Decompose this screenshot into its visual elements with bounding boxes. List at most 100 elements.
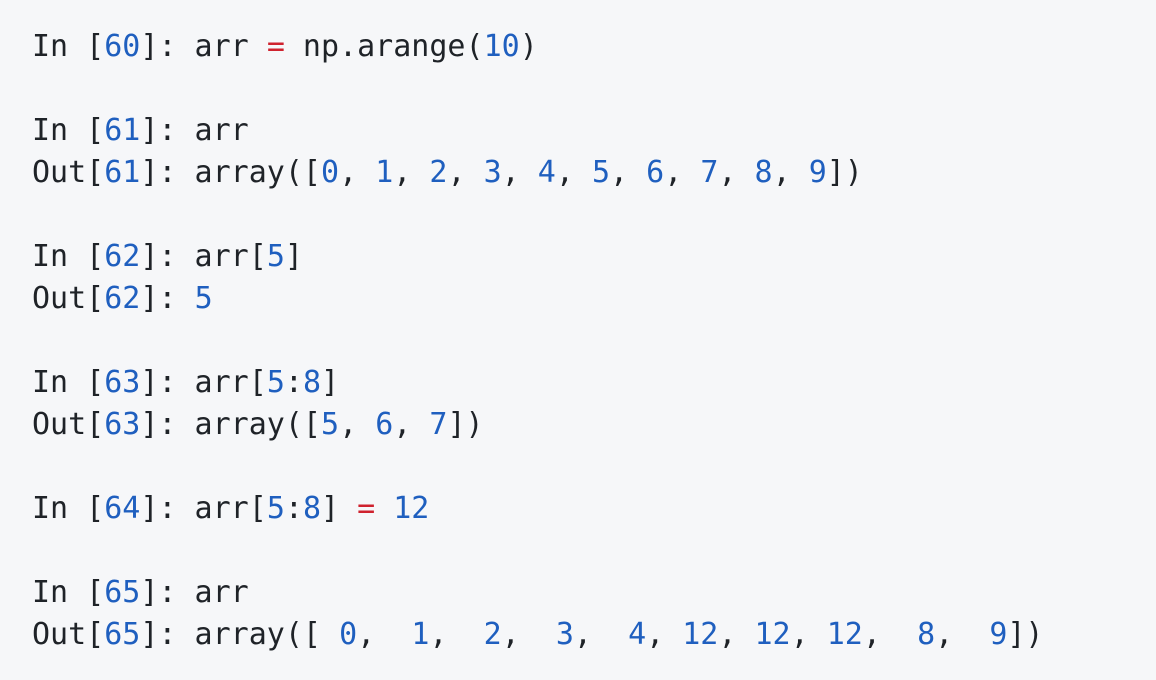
console-line: In [65]: arr xyxy=(32,572,1156,614)
number-token: 3 xyxy=(555,617,574,652)
code-token: , xyxy=(610,155,647,190)
code-token: , xyxy=(393,155,430,190)
number-token: 8 xyxy=(302,491,321,526)
number-token: 12 xyxy=(682,617,719,652)
code-token: , xyxy=(790,617,827,652)
number-token: 63 xyxy=(104,365,141,400)
console-line: Out[63]: array([5, 6, 7]) xyxy=(32,404,1156,446)
code-token: ]: arr xyxy=(140,29,267,64)
number-token: 8 xyxy=(302,365,321,400)
console-line: In [63]: arr[5:8] xyxy=(32,362,1156,404)
code-token: In [ xyxy=(32,113,105,148)
number-token: 6 xyxy=(375,407,394,442)
code-token: , xyxy=(357,617,412,652)
code-token: Out[ xyxy=(32,281,105,316)
code-token: , xyxy=(718,617,755,652)
code-token: , xyxy=(664,155,701,190)
number-token: 7 xyxy=(700,155,719,190)
number-token: 65 xyxy=(104,575,141,610)
number-token: 5 xyxy=(194,281,213,316)
code-token: ] xyxy=(284,239,303,274)
code-token: In [ xyxy=(32,365,105,400)
code-token: In [ xyxy=(32,29,105,64)
number-token: 4 xyxy=(537,155,556,190)
console-line: In [64]: arr[5:8] = 12 xyxy=(32,488,1156,530)
number-token: 3 xyxy=(483,155,502,190)
number-token: 7 xyxy=(429,407,448,442)
code-token: ]) xyxy=(447,407,484,442)
code-token: ] xyxy=(321,491,358,526)
code-token: , xyxy=(646,617,683,652)
code-token: , xyxy=(501,155,538,190)
code-token: Out[ xyxy=(32,407,105,442)
number-token: 63 xyxy=(104,407,141,442)
number-token: 62 xyxy=(104,239,141,274)
code-token: , xyxy=(772,155,809,190)
number-token: 2 xyxy=(429,155,448,190)
code-token: ]: arr xyxy=(140,575,249,610)
number-token: 1 xyxy=(411,617,430,652)
code-token: : xyxy=(284,491,303,526)
code-token: , xyxy=(501,617,556,652)
number-token: 61 xyxy=(104,113,141,148)
code-token: , xyxy=(718,155,755,190)
console-line: In [60]: arr = np.arange(10) xyxy=(32,26,1156,68)
code-token: ]: arr[ xyxy=(140,365,267,400)
code-token: ] xyxy=(321,365,340,400)
operator-token: = xyxy=(357,491,376,526)
number-token: 5 xyxy=(266,239,285,274)
number-token: 64 xyxy=(104,491,141,526)
code-token: ]: arr xyxy=(140,113,249,148)
code-token: ]) xyxy=(826,155,863,190)
number-token: 8 xyxy=(917,617,936,652)
ipython-console: In [60]: arr = np.arange(10) In [61]: arr… xyxy=(0,0,1156,680)
number-token: 5 xyxy=(266,365,285,400)
number-token: 1 xyxy=(375,155,394,190)
code-token: , xyxy=(393,407,430,442)
console-line: Out[65]: array([ 0, 1, 2, 3, 4, 12, 12, … xyxy=(32,614,1156,656)
number-token: 6 xyxy=(646,155,665,190)
console-line: Out[62]: 5 xyxy=(32,278,1156,320)
code-token: np.arange( xyxy=(284,29,484,64)
number-token: 4 xyxy=(628,617,647,652)
number-token: 8 xyxy=(754,155,773,190)
code-token: ]: array([ xyxy=(140,407,321,442)
number-token: 65 xyxy=(104,617,141,652)
console-line: Out[61]: array([0, 1, 2, 3, 4, 5, 6, 7, … xyxy=(32,152,1156,194)
code-token: , xyxy=(339,155,376,190)
number-token: 0 xyxy=(321,155,340,190)
number-token: 5 xyxy=(266,491,285,526)
code-token: In [ xyxy=(32,491,105,526)
code-token: Out[ xyxy=(32,617,105,652)
code-token: , xyxy=(555,155,592,190)
number-token: 9 xyxy=(808,155,827,190)
code-token: : xyxy=(284,365,303,400)
code-token: , xyxy=(573,617,629,652)
code-token: ]) xyxy=(1007,617,1044,652)
code-token: , xyxy=(429,617,484,652)
code-token: , xyxy=(447,155,484,190)
code-token: In [ xyxy=(32,239,105,274)
console-line: In [62]: arr[5] xyxy=(32,236,1156,278)
console-line: In [61]: arr xyxy=(32,110,1156,152)
code-token: In [ xyxy=(32,575,105,610)
code-token: , xyxy=(339,407,376,442)
code-token: ]: array([ xyxy=(140,617,340,652)
number-token: 9 xyxy=(989,617,1008,652)
number-token: 62 xyxy=(104,281,141,316)
number-token: 60 xyxy=(104,29,141,64)
number-token: 12 xyxy=(393,491,430,526)
code-token: , xyxy=(862,617,918,652)
code-token: ]: arr[ xyxy=(140,239,267,274)
number-token: 10 xyxy=(483,29,520,64)
number-token: 2 xyxy=(483,617,502,652)
code-token: ]: array([ xyxy=(140,155,321,190)
number-token: 0 xyxy=(339,617,358,652)
number-token: 5 xyxy=(591,155,610,190)
code-token: ]: xyxy=(140,281,195,316)
